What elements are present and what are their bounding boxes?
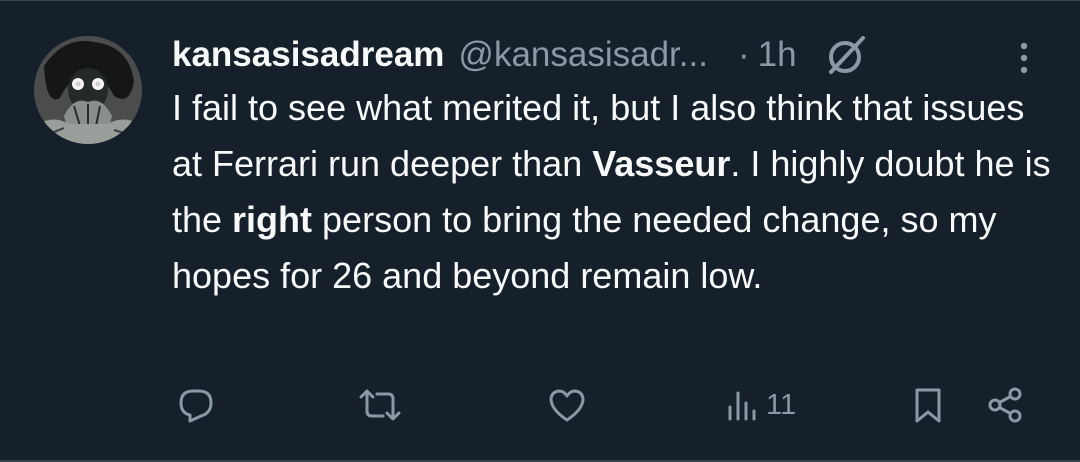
- display-name[interactable]: kansasisadream: [172, 35, 444, 75]
- separator-dot: ·: [737, 35, 750, 74]
- tweet-text: I fail to see what merited it, but I als…: [172, 80, 1052, 304]
- tweet-text-bold-right: right: [232, 199, 313, 240]
- more-vertical-icon[interactable]: [1012, 38, 1036, 78]
- avatar[interactable]: [34, 36, 142, 144]
- timestamp[interactable]: 1h: [758, 35, 797, 75]
- share-button[interactable]: [986, 382, 1026, 428]
- tweet-header: kansasisadream @kansasisadr... · 1h: [172, 30, 972, 80]
- top-divider: [0, 0, 1080, 1]
- like-button[interactable]: [546, 382, 588, 428]
- user-handle[interactable]: @kansasisadr...: [458, 35, 708, 75]
- heart-icon: [549, 389, 585, 422]
- share-icon: [988, 387, 1022, 423]
- views-count: 11: [766, 388, 797, 421]
- tweet-text-bold-vasseur: Vasseur: [592, 143, 731, 184]
- retweet-icon: [359, 389, 401, 421]
- bookmark-icon: [915, 388, 941, 423]
- reply-icon: [179, 389, 213, 423]
- reply-button[interactable]: [176, 382, 216, 428]
- no-slash-icon[interactable]: [823, 32, 869, 78]
- bookmark-button[interactable]: [910, 382, 946, 428]
- views-icon: [728, 391, 756, 421]
- views-button[interactable]: 11: [726, 382, 796, 428]
- retweet-button[interactable]: [356, 382, 404, 428]
